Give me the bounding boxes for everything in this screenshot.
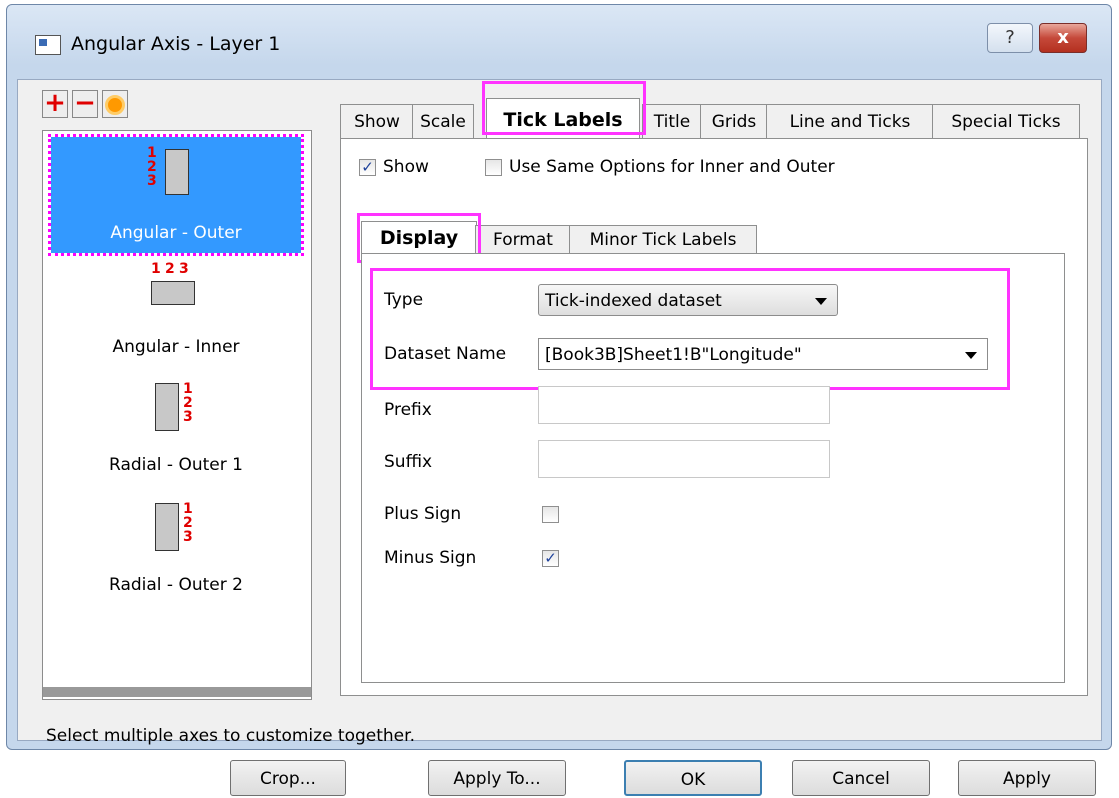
radial-axis-glyph-icon	[155, 503, 179, 551]
axis-item-label: Angular - Inner	[112, 337, 240, 357]
ok-button[interactable]: OK	[624, 760, 762, 796]
dialog-client: + − 1 2 3 Angular - Outer 1 2 3 Angular …	[17, 79, 1102, 796]
tick-labels-tab-highlight	[482, 81, 646, 135]
circle-axis-button[interactable]	[102, 90, 128, 118]
tick-digit: 1	[151, 261, 161, 277]
plus-sign-checkbox[interactable]	[542, 506, 559, 523]
axis-item-label: Radial - Outer 2	[109, 575, 243, 595]
display-subpanel: Type Tick-indexed dataset Dataset Name […	[361, 253, 1065, 683]
same-options-label: Use Same Options for Inner and Outer	[509, 157, 835, 177]
tick-digit: 3	[147, 173, 157, 189]
plus-icon: +	[44, 88, 66, 118]
show-checkbox[interactable]: ✓	[359, 159, 376, 176]
subtab-minor-tick-labels[interactable]: Minor Tick Labels	[569, 225, 757, 254]
plus-sign-label: Plus Sign	[384, 504, 462, 524]
horizontal-scrollbar[interactable]	[43, 687, 311, 697]
tab-grids[interactable]: Grids	[700, 104, 768, 139]
axis-list[interactable]: 1 2 3 Angular - Outer 1 2 3 Angular - In…	[42, 130, 312, 700]
apply-button[interactable]: Apply	[958, 760, 1096, 796]
help-button[interactable]: ?	[987, 23, 1033, 53]
cancel-button[interactable]: Cancel	[792, 760, 930, 796]
axis-item-radial-outer-1[interactable]: 1 2 3 Radial - Outer 1	[51, 375, 301, 491]
tick-digit: 3	[179, 261, 189, 277]
tick-digit: 3	[183, 409, 193, 425]
tab-line-and-ticks[interactable]: Line and Ticks	[766, 104, 934, 139]
status-text: Select multiple axes to customize togeth…	[46, 726, 415, 746]
tab-title[interactable]: Title	[642, 104, 702, 139]
window-title: Angular Axis - Layer 1	[71, 33, 281, 55]
prefix-input[interactable]	[538, 386, 830, 424]
apply-to-button[interactable]: Apply To...	[428, 760, 566, 796]
prefix-label: Prefix	[384, 400, 432, 420]
axis-item-radial-outer-2[interactable]: 1 2 3 Radial - Outer 2	[51, 495, 301, 611]
axis-item-angular-outer[interactable]: 1 2 3 Angular - Outer	[48, 134, 304, 256]
tick-labels-panel: ✓ Show Use Same Options for Inner and Ou…	[340, 138, 1088, 696]
tab-special-ticks[interactable]: Special Ticks	[932, 104, 1080, 139]
outer-axis-glyph-icon	[165, 149, 189, 195]
tick-digit: 3	[183, 529, 193, 545]
close-button[interactable]: x	[1039, 23, 1087, 53]
inner-axis-glyph-icon	[151, 281, 195, 305]
axis-item-label: Radial - Outer 1	[109, 455, 243, 475]
remove-axis-button[interactable]: −	[72, 90, 98, 118]
add-axis-button[interactable]: +	[42, 90, 68, 118]
tab-show[interactable]: Show	[340, 104, 414, 139]
type-dataset-highlight	[370, 268, 1010, 390]
orange-circle-icon	[105, 95, 125, 115]
radial-axis-glyph-icon	[155, 383, 179, 431]
suffix-label: Suffix	[384, 452, 433, 472]
same-options-checkbox[interactable]	[485, 159, 502, 176]
minus-sign-label: Minus Sign	[384, 548, 477, 568]
dialog-window: Angular Axis - Layer 1 ? x + − 1 2 3 Ang…	[6, 4, 1112, 796]
app-icon	[35, 35, 61, 55]
axis-item-label: Angular - Outer	[110, 223, 242, 243]
tick-digit: 2	[165, 261, 175, 277]
minus-sign-checkbox[interactable]: ✓	[542, 550, 559, 567]
crop-button[interactable]: Crop...	[230, 760, 346, 796]
tab-scale[interactable]: Scale	[412, 104, 474, 139]
suffix-input[interactable]	[538, 440, 830, 478]
show-checkbox-label: Show	[383, 157, 429, 177]
minus-icon: −	[74, 88, 96, 118]
subtab-format[interactable]: Format	[475, 225, 571, 254]
axis-item-angular-inner[interactable]: 1 2 3 Angular - Inner	[51, 259, 301, 375]
title-bar: Angular Axis - Layer 1 ? x	[7, 5, 1111, 77]
